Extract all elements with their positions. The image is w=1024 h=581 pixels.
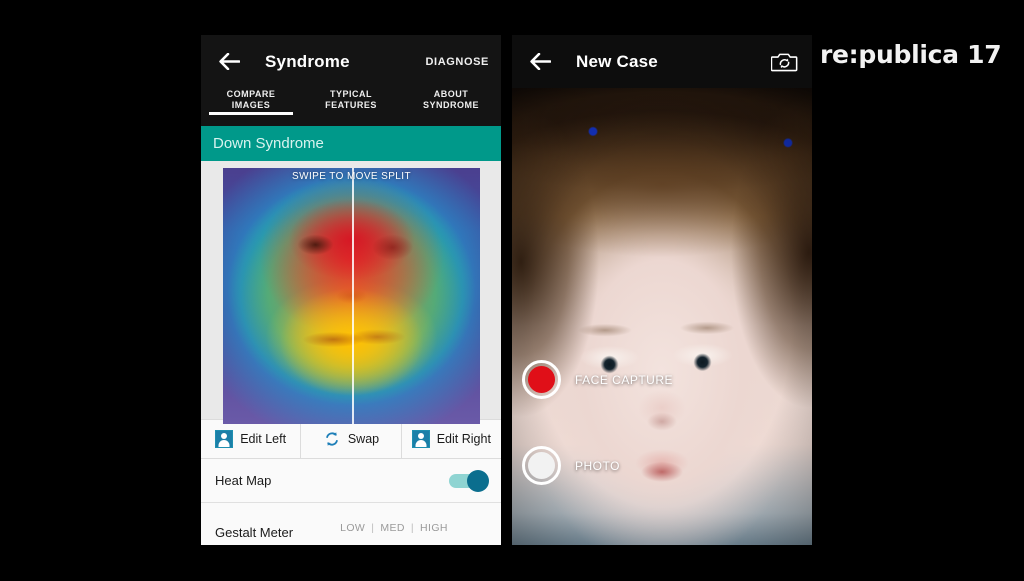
tab-bar: COMPARE IMAGES TYPICAL FEATURES ABOUT SY…	[201, 88, 501, 126]
swipe-hint-label: SWIPE TO MOVE SPLIT	[292, 171, 411, 182]
tab-compare-images[interactable]: COMPARE IMAGES	[201, 88, 301, 115]
heat-map-toggle[interactable]	[449, 469, 489, 492]
syndrome-panel: Syndrome DIAGNOSE COMPARE IMAGES TYPICAL…	[201, 35, 501, 545]
camera-switch-icon[interactable]	[771, 51, 798, 73]
edit-left-label: Edit Left	[240, 432, 287, 446]
new-case-panel: New Case FACE CAPTURE PHOTO	[512, 35, 812, 545]
tab-typical-features-line2: FEATURES	[325, 100, 377, 110]
photo-capture-label: PHOTO	[575, 458, 620, 473]
new-case-appbar: New Case	[512, 35, 812, 88]
face-capture-label: FACE CAPTURE	[575, 372, 674, 387]
back-arrow-icon[interactable]	[520, 42, 560, 82]
gestalt-meter-scale: LOW | MED | HIGH	[301, 522, 487, 534]
republica-logo: re:publica 17	[820, 40, 1002, 69]
tab-typical-features[interactable]: TYPICAL FEATURES	[301, 88, 401, 111]
portrait-icon	[411, 430, 430, 448]
toggle-knob	[467, 469, 489, 492]
edit-right-button[interactable]: Edit Right	[400, 420, 501, 458]
gestalt-meter-label: Gestalt Meter	[215, 524, 294, 540]
tab-about-syndrome[interactable]: ABOUT SYNDROME	[401, 88, 501, 111]
face-capture-icon	[522, 360, 561, 399]
page-title: New Case	[576, 51, 658, 71]
photo-capture-button[interactable]: PHOTO	[522, 446, 620, 485]
compare-images-view: SWIPE TO MOVE SPLIT	[201, 161, 501, 424]
photo-capture-icon	[522, 446, 561, 485]
syndrome-appbar: Syndrome DIAGNOSE	[201, 35, 501, 88]
edit-actions-row: Edit Left Swap Edit Right	[201, 419, 501, 459]
gestalt-scale-high: HIGH	[420, 522, 448, 534]
split-handle[interactable]	[351, 168, 354, 424]
swap-icon	[323, 430, 341, 448]
swap-label: Swap	[347, 432, 380, 446]
syndrome-banner[interactable]: Down Syndrome	[201, 126, 501, 161]
page-title: Syndrome	[265, 51, 350, 71]
portrait-icon	[215, 430, 234, 448]
back-arrow-icon[interactable]	[209, 42, 249, 82]
heat-map-row: Heat Map	[201, 459, 501, 503]
tab-about-syndrome-line2: SYNDROME	[422, 100, 479, 110]
gestalt-meter-row: Gestalt Meter LOW | MED | HIGH	[201, 503, 501, 545]
record-dot-icon	[528, 366, 555, 393]
face-capture-button[interactable]: FACE CAPTURE	[522, 360, 673, 399]
swap-button[interactable]: Swap	[300, 420, 400, 458]
edit-right-label: Edit Right	[436, 432, 491, 446]
gestalt-scale-sep-2: |	[410, 522, 415, 534]
tab-typical-features-line1: TYPICAL	[329, 89, 372, 99]
syndrome-name: Down Syndrome	[213, 135, 324, 152]
shutter-dot-icon	[528, 452, 555, 479]
screenshot-stage: Syndrome DIAGNOSE COMPARE IMAGES TYPICAL…	[0, 0, 1024, 581]
tab-about-syndrome-line1: ABOUT	[433, 89, 469, 99]
gestalt-meter: LOW | MED | HIGH	[301, 520, 487, 534]
gestalt-scale-low: LOW	[340, 522, 366, 534]
heatmap-face-image[interactable]: SWIPE TO MOVE SPLIT	[223, 168, 480, 424]
tab-compare-images-line1: COMPARE	[226, 89, 276, 99]
heat-map-label: Heat Map	[215, 473, 272, 488]
tab-compare-images-line2: IMAGES	[231, 100, 271, 110]
gestalt-scale-sep-1: |	[371, 522, 375, 534]
diagnose-button[interactable]: DIAGNOSE	[426, 56, 489, 68]
edit-left-button[interactable]: Edit Left	[201, 420, 300, 458]
gestalt-scale-med: MED	[380, 522, 405, 534]
